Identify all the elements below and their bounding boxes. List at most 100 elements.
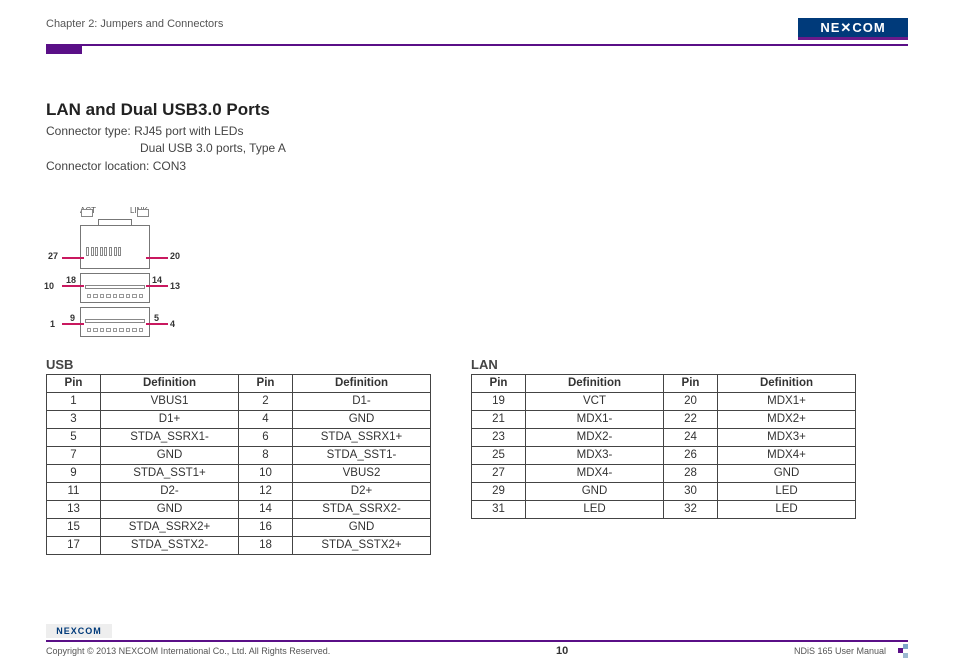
table-row: 31LED32LED <box>472 501 856 519</box>
col-pin: Pin <box>239 375 293 393</box>
cell-def: GND <box>101 501 239 519</box>
logo-text: NE✕COM <box>820 20 885 36</box>
usb-tongue <box>85 319 145 323</box>
cell-pin: 28 <box>664 465 718 483</box>
cell-def: LED <box>718 483 856 501</box>
usb-table: Pin Definition Pin Definition 1VBUS12D1-… <box>46 374 431 555</box>
cell-pin: 24 <box>664 429 718 447</box>
table-row: 5STDA_SSRX1-6STDA_SSRX1+ <box>47 429 431 447</box>
connector-type-line: Connector type: RJ45 port with LEDs <box>46 123 908 140</box>
cell-def: MDX4- <box>526 465 664 483</box>
cell-def: STDA_SSRX2+ <box>101 519 239 537</box>
diagram-pin-13: 13 <box>170 281 180 291</box>
cell-pin: 3 <box>47 411 101 429</box>
table-row: 25MDX3-26MDX4+ <box>472 447 856 465</box>
cell-pin: 13 <box>47 501 101 519</box>
lead-line <box>62 323 84 324</box>
usb-bottom-port <box>80 307 150 337</box>
col-def: Definition <box>718 375 856 393</box>
rj45-led-link <box>137 209 149 217</box>
footer-page-number: 10 <box>556 645 568 657</box>
table-row: 17STDA_SSTX2-18STDA_SSTX2+ <box>47 537 431 555</box>
connector-type-label: Connector type: <box>46 124 131 138</box>
cell-pin: 18 <box>239 537 293 555</box>
cell-pin: 30 <box>664 483 718 501</box>
cell-def: STDA_SSTX2- <box>101 537 239 555</box>
cell-def: MDX1+ <box>718 393 856 411</box>
connector-type-2: Dual USB 3.0 ports, Type A <box>46 140 908 157</box>
table-row: 13GND14STDA_SSRX2- <box>47 501 431 519</box>
diagram-pin-20: 20 <box>170 251 180 261</box>
diagram-pin-1: 1 <box>50 319 55 329</box>
diagram-pin-27: 27 <box>48 251 58 261</box>
table-row: 29GND30LED <box>472 483 856 501</box>
cell-def: D2+ <box>293 483 431 501</box>
table-row: 19VCT20MDX1+ <box>472 393 856 411</box>
lan-table-label: LAN <box>471 357 856 372</box>
lead-line <box>62 257 84 258</box>
footer-logo: NEXCOM <box>46 624 112 638</box>
cell-def: LED <box>526 501 664 519</box>
rj45-led-act <box>81 209 93 217</box>
diagram-pin-5: 5 <box>154 313 159 323</box>
table-row: 21MDX1-22MDX2+ <box>472 411 856 429</box>
cell-pin: 17 <box>47 537 101 555</box>
cell-pin: 31 <box>472 501 526 519</box>
usb-pins <box>87 328 143 332</box>
usb-top-port <box>80 273 150 303</box>
table-row: 15STDA_SSRX2+16GND <box>47 519 431 537</box>
col-def: Definition <box>101 375 239 393</box>
cell-pin: 20 <box>664 393 718 411</box>
cell-def: GND <box>293 519 431 537</box>
content-area: LAN and Dual USB3.0 Ports Connector type… <box>46 100 908 555</box>
cell-pin: 4 <box>239 411 293 429</box>
lead-line <box>146 285 168 286</box>
col-pin: Pin <box>664 375 718 393</box>
table-row: 23MDX2-24MDX3+ <box>472 429 856 447</box>
cell-pin: 2 <box>239 393 293 411</box>
cell-pin: 6 <box>239 429 293 447</box>
cell-def: MDX2+ <box>718 411 856 429</box>
cell-def: MDX4+ <box>718 447 856 465</box>
cell-def: D2- <box>101 483 239 501</box>
usb-tongue <box>85 285 145 289</box>
cell-def: STDA_SSRX2- <box>293 501 431 519</box>
cell-def: STDA_SSTX2+ <box>293 537 431 555</box>
cell-pin: 5 <box>47 429 101 447</box>
diagram-pin-9: 9 <box>70 313 75 323</box>
header-rule <box>46 44 908 46</box>
table-row: 27MDX4-28GND <box>472 465 856 483</box>
footer-copyright: Copyright © 2013 NEXCOM International Co… <box>46 646 330 656</box>
chapter-label: Chapter 2: Jumpers and Connectors <box>46 18 223 30</box>
cell-pin: 15 <box>47 519 101 537</box>
header-tab-stub <box>46 46 82 54</box>
table-row: 1VBUS12D1- <box>47 393 431 411</box>
cell-def: STDA_SST1- <box>293 447 431 465</box>
cell-def: VBUS1 <box>101 393 239 411</box>
table-row: 9STDA_SST1+10VBUS2 <box>47 465 431 483</box>
cell-def: D1- <box>293 393 431 411</box>
cell-pin: 21 <box>472 411 526 429</box>
connector-type-1: RJ45 port with LEDs <box>134 124 243 138</box>
col-pin: Pin <box>47 375 101 393</box>
logo-x-icon: ✕ <box>840 20 852 35</box>
lead-line <box>146 257 168 258</box>
footer-manual-name: NDiS 165 User Manual <box>794 646 886 656</box>
usb-table-block: USB Pin Definition Pin Definition 1VBUS1… <box>46 357 431 555</box>
cell-def: STDA_SST1+ <box>101 465 239 483</box>
connector-diagram: ACT LINK 27 20 1 <box>44 209 908 349</box>
lan-table-block: LAN Pin Definition Pin Definition 19VCT2… <box>471 357 856 555</box>
table-row: 3D1+4GND <box>47 411 431 429</box>
table-row: 7GND8STDA_SST1- <box>47 447 431 465</box>
diagram-pin-14: 14 <box>152 275 162 285</box>
cell-pin: 11 <box>47 483 101 501</box>
page-footer: NEXCOM Copyright © 2013 NEXCOM Internati… <box>46 624 908 658</box>
cell-pin: 10 <box>239 465 293 483</box>
cell-def: GND <box>526 483 664 501</box>
usb-table-label: USB <box>46 357 431 372</box>
footer-rule <box>46 640 908 642</box>
page-header: Chapter 2: Jumpers and Connectors NE✕COM <box>46 18 908 40</box>
cell-def: MDX1- <box>526 411 664 429</box>
cell-def: STDA_SSRX1+ <box>293 429 431 447</box>
cell-def: LED <box>718 501 856 519</box>
